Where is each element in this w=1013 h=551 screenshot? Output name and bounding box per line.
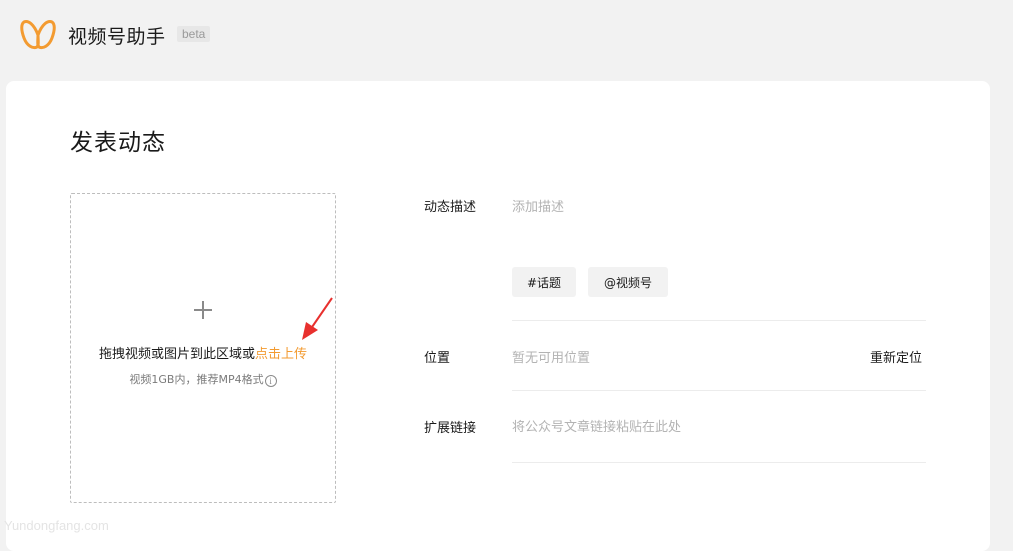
post-card: 发表动态 拖拽视频或图片到此区域或点击上传 视频1GB内，推荐MP4格式 i 动态… <box>6 81 990 551</box>
description-input[interactable]: 添加描述 <box>512 196 564 215</box>
divider <box>512 390 926 391</box>
relocate-button[interactable]: 重新定位 <box>870 347 922 366</box>
link-label: 扩展链接 <box>424 421 477 436</box>
click-upload-link[interactable]: 点击上传 <box>255 347 307 362</box>
upload-prompt-text: 拖拽视频或图片到此区域或 <box>98 347 255 362</box>
beta-badge: beta <box>177 26 211 42</box>
divider <box>512 462 926 463</box>
watermark-text: Yundongfang.com <box>4 518 109 533</box>
topic-button[interactable]: #话题 <box>512 267 576 297</box>
upload-hint-text: 视频1GB内，推荐MP4格式 <box>129 373 264 386</box>
app-title: 视频号助手 <box>68 26 166 48</box>
mention-button[interactable]: @视频号 <box>588 267 668 297</box>
info-icon[interactable]: i <box>264 375 277 387</box>
red-arrow-icon <box>302 297 333 340</box>
location-label: 位置 <box>424 351 451 366</box>
plus-icon <box>194 301 212 319</box>
upload-prompt: 拖拽视频或图片到此区域或点击上传 <box>71 343 335 362</box>
divider <box>512 320 926 321</box>
link-input[interactable]: 将公众号文章链接粘贴在此处 <box>512 416 681 435</box>
description-label: 动态描述 <box>424 200 477 215</box>
page-title: 发表动态 <box>70 130 166 156</box>
upload-dropzone[interactable]: 拖拽视频或图片到此区域或点击上传 视频1GB内，推荐MP4格式 i <box>70 193 336 503</box>
butterfly-logo-icon <box>20 20 56 50</box>
upload-hint: 视频1GB内，推荐MP4格式 i <box>71 371 335 387</box>
top-bar: 视频号助手 beta <box>0 0 1013 72</box>
location-value[interactable]: 暂无可用位置 <box>512 347 590 366</box>
